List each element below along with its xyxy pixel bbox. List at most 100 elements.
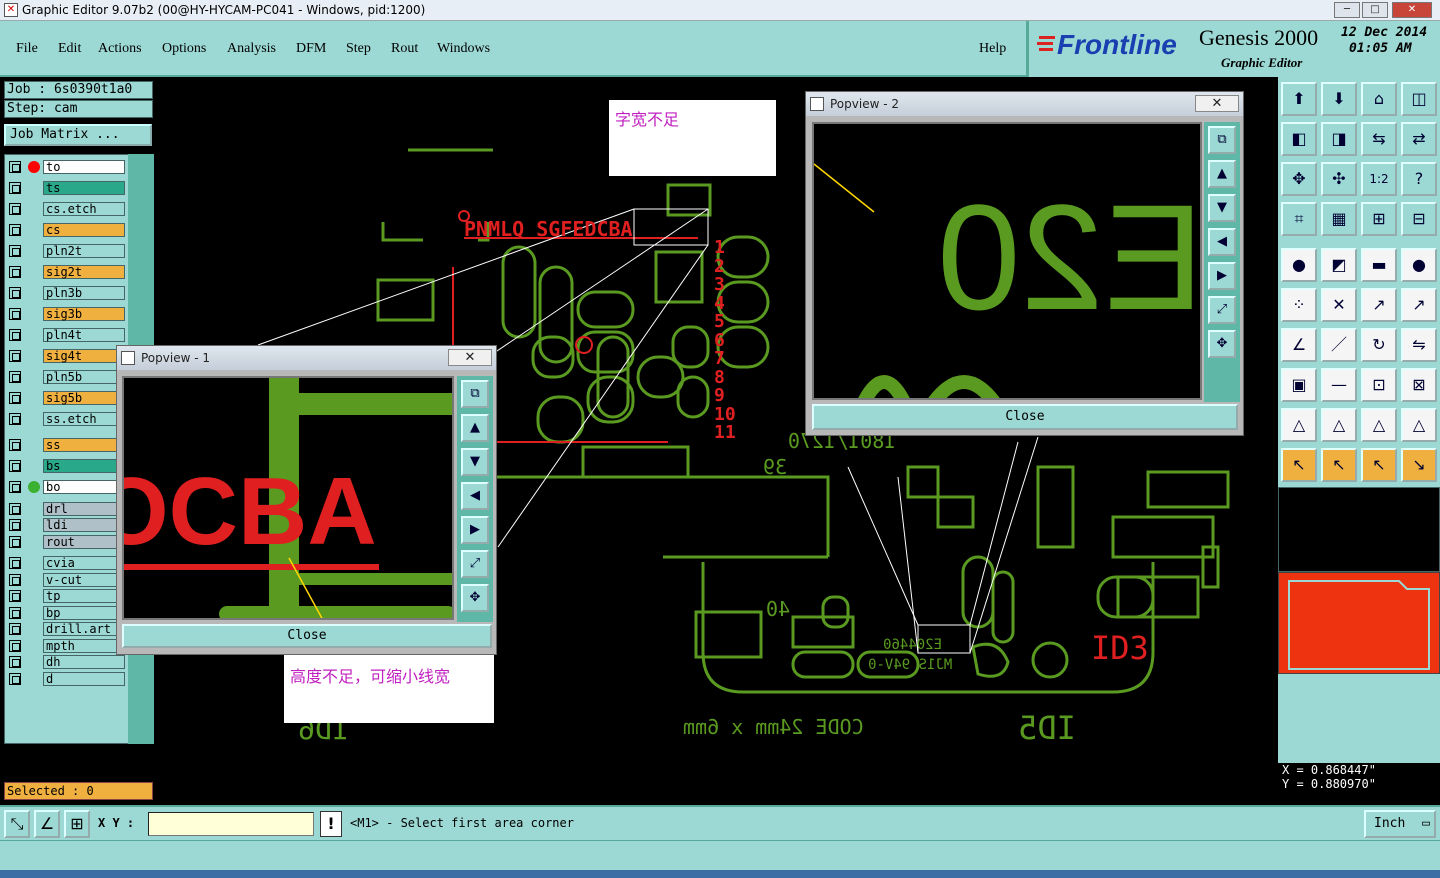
tool-pan-down-icon[interactable]: ⬇ <box>1321 82 1357 116</box>
popview-1-viewport[interactable]: OCBA <box>122 376 454 620</box>
menu-dfm[interactable]: DFM <box>296 41 326 57</box>
layer-name[interactable]: sig4t <box>43 349 125 363</box>
layer-checkbox[interactable] <box>9 371 21 383</box>
layer-checkbox[interactable] <box>9 535 21 548</box>
tool-mirror-icon[interactable]: ⇋ <box>1401 328 1437 362</box>
layer-row-sig4t[interactable]: sig4t <box>7 348 127 364</box>
popview-2-close-button[interactable]: Close <box>812 404 1238 430</box>
layer-row-bs[interactable]: bs <box>7 458 127 474</box>
layer-name[interactable]: bp <box>43 605 125 620</box>
layer-checkbox[interactable] <box>9 590 21 602</box>
tool-help-icon[interactable]: ? <box>1401 162 1437 196</box>
tool-arc-alt-icon[interactable]: ↗ <box>1401 288 1437 322</box>
popview-2-pan-right-button[interactable]: ▶ <box>1208 262 1236 290</box>
minimize-button[interactable]: ─ <box>1334 2 1360 18</box>
layer-checkbox[interactable] <box>9 557 21 569</box>
layer-row-sig3b[interactable]: sig3b <box>7 306 127 322</box>
layer-name[interactable]: cvia <box>43 556 125 570</box>
tool-rotate-icon[interactable]: ↻ <box>1361 328 1397 362</box>
layer-row-ldi[interactable]: ldi <box>7 517 127 533</box>
grid-snap-icon[interactable]: ⊞ <box>64 810 90 838</box>
layer-row-cs.etch[interactable]: cs.etch <box>7 201 127 217</box>
popview-1-close-button[interactable]: Close <box>122 624 492 648</box>
layer-checkbox[interactable] <box>9 224 21 236</box>
popview-1-zoom-in-button[interactable]: ✥ <box>461 584 489 612</box>
layer-checkbox[interactable] <box>9 656 21 668</box>
popview-2-pan-down-button[interactable]: ▼ <box>1208 194 1236 222</box>
layer-checkbox[interactable] <box>9 287 21 299</box>
warning-icon[interactable]: ! <box>320 811 342 837</box>
tool-zoom-ratio-icon[interactable]: 1:2 <box>1361 162 1397 196</box>
tool-pointer-box-icon[interactable]: ↖ <box>1321 448 1357 482</box>
tool-group-icon[interactable]: ⊠ <box>1401 368 1437 402</box>
popview-1-pan-up-button[interactable]: ▲ <box>461 414 489 442</box>
tool-pad-icon[interactable]: ● <box>1281 248 1317 282</box>
layer-row-d[interactable]: d <box>7 671 127 687</box>
layer-checkbox[interactable] <box>9 481 21 493</box>
layer-name[interactable]: dh <box>43 655 125 669</box>
layer-name[interactable]: d <box>43 671 125 686</box>
layer-row-dh[interactable]: dh <box>7 654 127 670</box>
layer-name[interactable]: v-cut <box>43 572 125 587</box>
layer-checkbox[interactable] <box>9 308 21 320</box>
layer-row-pln2t[interactable]: pln2t <box>7 243 127 259</box>
tool-pan-right-icon[interactable]: ◨ <box>1321 122 1357 156</box>
layer-name[interactable]: cs.etch <box>43 202 125 216</box>
menu-step[interactable]: Step <box>346 41 371 57</box>
xy-input[interactable] <box>148 812 314 836</box>
menu-analysis[interactable]: Analysis <box>227 41 276 57</box>
layer-name[interactable]: ss <box>43 438 125 452</box>
layer-checkbox[interactable] <box>9 460 21 472</box>
tool-cross-icon[interactable]: ✕ <box>1321 288 1357 322</box>
tool-zoom-fit-icon[interactable]: ✥ <box>1281 162 1317 196</box>
layer-checkbox[interactable] <box>9 203 21 215</box>
menu-windows[interactable]: Windows <box>437 41 490 57</box>
tool-zoom-center-icon[interactable]: ✣ <box>1321 162 1357 196</box>
tool-snap-center-icon[interactable]: ⊟ <box>1401 202 1437 236</box>
snap-angle-icon[interactable]: ∠ <box>34 810 60 838</box>
maximize-button[interactable]: □ <box>1362 2 1388 18</box>
popview-1-pan-right-button[interactable]: ▶ <box>461 516 489 544</box>
units-selector[interactable]: Inch ▭ <box>1364 810 1436 838</box>
layer-row-ss.etch[interactable]: ss.etch <box>7 411 127 427</box>
layer-name[interactable]: ldi <box>43 518 125 532</box>
layer-row-sig5b[interactable]: sig5b <box>7 390 127 406</box>
layer-checkbox[interactable] <box>9 350 21 362</box>
layer-row-bo[interactable]: bo <box>7 479 127 495</box>
tool-arc-icon[interactable]: ↗ <box>1361 288 1397 322</box>
tool-redraw-icon[interactable]: ⇄ <box>1401 122 1437 156</box>
layer-name[interactable]: pln5b <box>43 370 125 384</box>
layer-row-v-cut[interactable]: v-cut <box>7 572 127 588</box>
layer-row-pln3b[interactable]: pln3b <box>7 285 127 301</box>
job-matrix-button[interactable]: Job Matrix ... <box>4 124 152 146</box>
layer-checkbox[interactable] <box>9 606 21 619</box>
layer-checkbox[interactable] <box>9 392 21 404</box>
popview-1-close-x[interactable]: ✕ <box>448 349 492 366</box>
layer-checkbox[interactable] <box>9 623 21 635</box>
close-window-button[interactable]: ✕ <box>1392 2 1432 18</box>
layer-checkbox[interactable] <box>9 519 21 531</box>
popview-1-pan-left-button[interactable]: ◀ <box>461 482 489 510</box>
layer-row-cvia[interactable]: cvia <box>7 555 127 571</box>
tool-home-view-icon[interactable]: ⌂ <box>1361 82 1397 116</box>
layer-row-pln4t[interactable]: pln4t <box>7 327 127 343</box>
popview-2-pan-left-button[interactable]: ◀ <box>1208 228 1236 256</box>
layer-row-drill.art[interactable]: drill.art <box>7 621 127 637</box>
layer-name[interactable]: rout <box>43 534 125 549</box>
tool-line-draw-icon[interactable]: ／ <box>1321 328 1357 362</box>
layer-name[interactable]: drl <box>43 501 125 516</box>
popview-1-pan-down-button[interactable]: ▼ <box>461 448 489 476</box>
layer-row-tp[interactable]: tp <box>7 588 127 604</box>
menu-file[interactable]: File <box>16 41 38 57</box>
popview-2-pan-up-button[interactable]: ▲ <box>1208 160 1236 188</box>
tool-split-view-icon[interactable]: ◫ <box>1401 82 1437 116</box>
tool-triangle-icon[interactable]: △ <box>1281 408 1317 442</box>
tool-angle-icon[interactable]: ∠ <box>1281 328 1317 362</box>
tool-pointer-icon[interactable]: ↖ <box>1281 448 1317 482</box>
layer-name[interactable]: cs <box>43 223 125 237</box>
tool-measure-tool-icon[interactable]: ⌗ <box>1281 202 1317 236</box>
tool-line-icon[interactable]: ◩ <box>1321 248 1357 282</box>
popview-1-zoom-out-button[interactable]: ⤢ <box>461 550 489 578</box>
layer-name[interactable]: drill.art <box>43 622 125 636</box>
layer-row-to[interactable]: to <box>7 159 127 175</box>
